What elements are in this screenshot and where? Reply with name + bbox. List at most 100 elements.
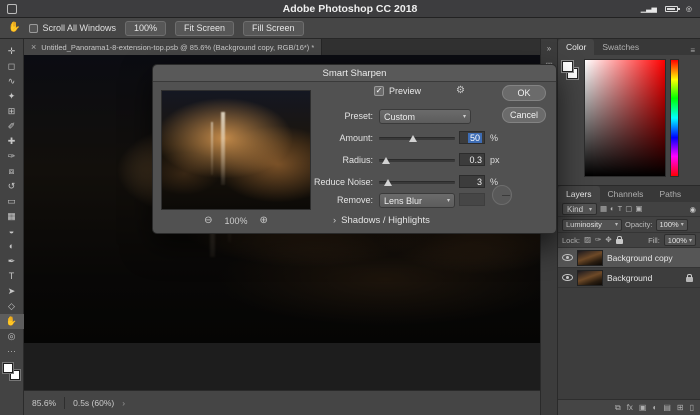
- sharpen-preview-image[interactable]: [161, 90, 311, 210]
- clone-stamp-tool-icon: ⧈: [9, 167, 15, 176]
- layer-thumbnail[interactable]: [577, 270, 603, 286]
- dodge-tool[interactable]: ◐: [0, 239, 24, 254]
- close-tab-icon[interactable]: ×: [31, 42, 36, 52]
- filter-adjustment-layers-icon[interactable]: ◐: [610, 205, 615, 213]
- filter-shape-layers-icon[interactable]: ▢: [625, 205, 632, 213]
- gradient-tool[interactable]: ▦: [0, 209, 24, 224]
- saturation-brightness-picker[interactable]: [584, 59, 666, 177]
- preview-checkbox-label: Preview: [389, 86, 421, 96]
- preview-zoom-level[interactable]: 100%: [224, 216, 247, 226]
- clone-stamp-tool[interactable]: ⧈: [0, 164, 24, 179]
- tab-swatches[interactable]: Swatches: [594, 39, 647, 55]
- color-panel-menu-icon[interactable]: ≡: [685, 46, 700, 55]
- filter-pixel-layers-icon[interactable]: ▦: [600, 205, 607, 213]
- opacity-dropdown[interactable]: 100% ▾: [656, 219, 688, 231]
- scroll-all-windows-checkbox-row[interactable]: Scroll All Windows: [29, 23, 116, 33]
- pen-tool[interactable]: ✒: [0, 254, 24, 269]
- brush-tool[interactable]: ✑: [0, 149, 24, 164]
- lock-pixels-icon[interactable]: ✑: [595, 236, 601, 244]
- healing-brush-tool[interactable]: ✚: [0, 134, 24, 149]
- layer-name[interactable]: Background copy: [607, 253, 673, 263]
- preview-checkbox[interactable]: ✓: [374, 86, 384, 96]
- document-tab[interactable]: × Untitled_Panorama1-8-extension-top.psb…: [24, 39, 322, 55]
- foreground-color-swatch[interactable]: [3, 363, 13, 373]
- delete-layer-icon[interactable]: ▯: [690, 403, 694, 412]
- tab-color[interactable]: Color: [558, 39, 594, 55]
- layer-group-icon[interactable]: ▤: [663, 403, 671, 412]
- layer-row-background-copy[interactable]: Background copy: [558, 248, 700, 268]
- zoom-out-icon[interactable]: ⊖: [204, 215, 212, 226]
- foreground-background-colors[interactable]: [3, 363, 20, 380]
- reduce-noise-slider-thumb[interactable]: [384, 179, 392, 186]
- scroll-all-windows-checkbox[interactable]: [29, 24, 38, 33]
- edit-toolbar-icon[interactable]: ⋯: [7, 346, 16, 357]
- tab-paths[interactable]: Paths: [651, 186, 689, 202]
- window-titlebar[interactable]: Adobe Photoshop CC 2018 ▁▃▅ ◎: [0, 0, 700, 18]
- preset-dropdown[interactable]: Custom ▾: [379, 109, 471, 124]
- eyedropper-tool[interactable]: ✐: [0, 119, 24, 134]
- reduce-noise-value-field[interactable]: 3: [459, 175, 485, 188]
- history-brush-tool[interactable]: ↺: [0, 179, 24, 194]
- tab-channels[interactable]: Channels: [600, 186, 652, 202]
- type-tool[interactable]: T: [0, 269, 24, 284]
- fit-screen-button[interactable]: Fit Screen: [175, 21, 234, 36]
- move-tool[interactable]: ✛: [0, 44, 24, 59]
- visibility-eye-icon[interactable]: [562, 274, 573, 281]
- eraser-tool[interactable]: ▭: [0, 194, 24, 209]
- new-layer-icon[interactable]: ⊞: [677, 403, 684, 412]
- crop-tool[interactable]: ⊞: [0, 104, 24, 119]
- filter-smart-objects-icon[interactable]: ▣: [635, 205, 642, 213]
- gear-icon[interactable]: ⚙: [456, 85, 465, 96]
- visibility-eye-icon[interactable]: [562, 254, 573, 261]
- filter-kind-dropdown[interactable]: Kind ▾: [562, 203, 597, 215]
- shape-tool[interactable]: ◇: [0, 299, 24, 314]
- layer-row-background[interactable]: Background: [558, 268, 700, 288]
- filter-toggle-icon[interactable]: ◉: [689, 205, 696, 214]
- marquee-tool[interactable]: ◻: [0, 59, 24, 74]
- radius-slider-thumb[interactable]: [382, 157, 390, 164]
- lock-transparency-icon[interactable]: ▨: [584, 236, 591, 244]
- color-panel-foreground-swatch[interactable]: [562, 61, 573, 72]
- layer-list: Background copy Background: [558, 248, 700, 400]
- blend-mode-dropdown[interactable]: Luminosity ▾: [562, 219, 622, 231]
- shadows-highlights-disclosure[interactable]: › Shadows / Highlights: [333, 215, 430, 226]
- radius-slider[interactable]: [379, 153, 455, 167]
- fill-dropdown[interactable]: 100% ▾: [664, 234, 696, 246]
- layer-name[interactable]: Background: [607, 273, 652, 283]
- zoom-in-icon[interactable]: ⊕: [260, 215, 268, 226]
- remove-dropdown[interactable]: Lens Blur ▾: [379, 193, 455, 208]
- radius-value-field[interactable]: 0.3: [459, 153, 485, 166]
- lock-position-icon[interactable]: ✥: [605, 236, 611, 244]
- dialog-titlebar[interactable]: Smart Sharpen: [153, 65, 556, 82]
- amount-slider-thumb[interactable]: [409, 135, 417, 142]
- link-layers-icon[interactable]: ⧉: [615, 403, 621, 413]
- status-menu-chevron-icon[interactable]: ›: [122, 398, 125, 408]
- hand-tool[interactable]: ✋: [0, 314, 24, 329]
- hue-slider[interactable]: [670, 59, 679, 177]
- blur-tool[interactable]: ◒: [0, 224, 24, 239]
- reduce-noise-slider[interactable]: [379, 175, 455, 189]
- layer-mask-icon[interactable]: ▣: [639, 403, 647, 412]
- quick-selection-tool[interactable]: ✦: [0, 89, 24, 104]
- status-zoom-level[interactable]: 85.6%: [32, 398, 56, 408]
- filter-type-layers-icon[interactable]: T: [618, 205, 623, 213]
- fill-screen-button[interactable]: Fill Screen: [243, 21, 304, 36]
- zoom-100-button[interactable]: 100%: [125, 21, 166, 36]
- collapse-panels-icon[interactable]: »: [547, 44, 551, 53]
- spotlight-icon[interactable]: ◎: [686, 5, 692, 13]
- angle-dial: [492, 185, 512, 205]
- layer-effects-icon[interactable]: fx: [627, 403, 633, 412]
- eraser-tool-icon: ▭: [7, 197, 16, 206]
- amount-value-field[interactable]: 50: [459, 131, 485, 144]
- path-selection-tool[interactable]: ➤: [0, 284, 24, 299]
- hand-tool-preset-icon[interactable]: ✋: [8, 23, 20, 33]
- tab-layers[interactable]: Layers: [558, 186, 600, 202]
- layer-thumbnail[interactable]: [577, 250, 603, 266]
- adjustment-layer-icon[interactable]: ◐: [652, 403, 657, 412]
- amount-slider[interactable]: [379, 131, 455, 145]
- lock-all-icon[interactable]: [616, 239, 623, 244]
- lasso-tool[interactable]: ∿: [0, 74, 24, 89]
- ok-button[interactable]: OK: [502, 85, 546, 101]
- zoom-tool[interactable]: ◎: [0, 329, 24, 344]
- preview-checkbox-row[interactable]: ✓ Preview: [374, 86, 421, 96]
